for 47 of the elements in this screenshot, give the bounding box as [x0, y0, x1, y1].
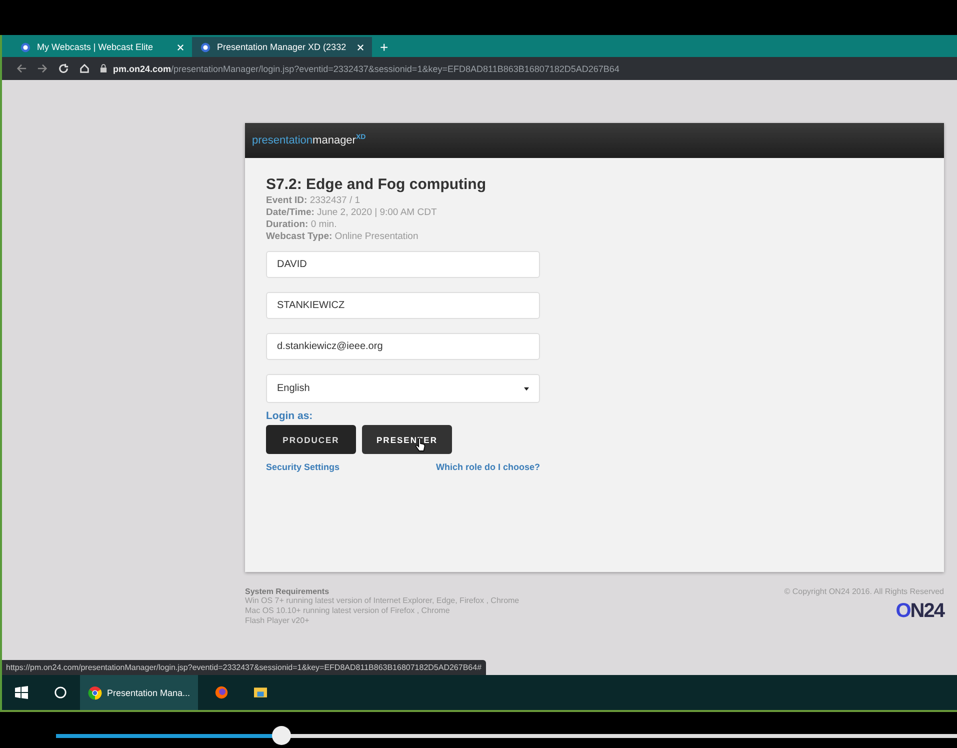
taskbar-app[interactable]: Presentation Mana...: [80, 675, 198, 710]
event-title: S7.2: Edge and Fog computing: [266, 176, 488, 193]
role-help-link[interactable]: Which role do I choose?: [436, 462, 540, 472]
back-icon[interactable]: [16, 63, 27, 74]
security-settings-link[interactable]: Security Settings: [266, 462, 340, 472]
language-select[interactable]: English: [266, 374, 540, 403]
windows-start-icon[interactable]: [15, 686, 28, 699]
status-url: https://pm.on24.com/presentationManager/login.jsp?eventid=2332437&sessionid=1&key=EFD8AD811B863B16807182D5AD267B64#: [2, 660, 486, 675]
home-icon[interactable]: [79, 63, 90, 74]
forward-icon[interactable]: [37, 63, 48, 74]
tab-title: My Webcasts | Webcast Elite: [37, 42, 154, 52]
close-icon[interactable]: [177, 44, 184, 50]
brand-logo: presentationmanager$^{XD}$: [252, 134, 366, 147]
event-detail: Date/Time: June 2, 2020 | 9:00 AM CDT: [266, 207, 438, 219]
caret-icon: [524, 386, 529, 390]
input-field[interactable]: d.stankiewicz@ieee.org: [266, 333, 540, 360]
requirement-line: Flash Player v20+: [245, 616, 310, 626]
requirements-heading: System Requirements: [245, 587, 330, 596]
browser-tab[interactable]: My Webcasts | Webcast Elite: [12, 37, 192, 57]
search-circle-icon[interactable]: [54, 686, 67, 699]
input-field[interactable]: STANKIEWICZ: [266, 292, 540, 319]
event-detail: Duration: 0 min.: [266, 219, 338, 231]
browser-tab[interactable]: Presentation Manager XD (2332: [192, 37, 372, 57]
taskbar-app-title: Presentation Mana...: [107, 688, 190, 698]
close-icon[interactable]: [357, 44, 364, 50]
requirement-line: Mac OS 10.10+ running latest version of Firefox , Chrome: [245, 606, 451, 616]
lock-icon: [100, 64, 107, 73]
tab-title: Presentation Manager XD (2332: [217, 42, 348, 52]
login-label: Login as:: [266, 410, 314, 422]
fox-browser-icon[interactable]: [215, 686, 228, 699]
role-button[interactable]: PRODUCER: [266, 425, 356, 454]
copyright-text: © Copyright ON24 2016. All Rights Reserved: [784, 587, 944, 596]
globe-icon: [20, 42, 31, 52]
role-button[interactable]: PRESENTER: [362, 425, 452, 454]
requirement-line: Win OS 7+ running latest version of Internet Explorer, Edge, Firefox , Chrome: [245, 596, 520, 606]
reload-icon[interactable]: [58, 63, 69, 74]
input-field[interactable]: DAVID: [266, 251, 540, 278]
globe-icon: [200, 42, 211, 52]
url-path: /presentationManager/login.jsp?eventid=2332437&sessionid=1&key=EFD8AD811B863B16807182D5AD267B64: [171, 64, 620, 74]
new-tab-button[interactable]: +: [372, 37, 396, 57]
folder-icon[interactable]: [254, 686, 268, 699]
seek-handle[interactable]: [272, 726, 292, 745]
event-detail: Webcast Type: Online Presentation: [266, 231, 420, 243]
browser-icon: [88, 686, 102, 700]
event-detail: Event ID: 2332437 / 1: [266, 195, 362, 207]
url-host: pm.on24.com: [113, 64, 172, 74]
on24-logo: ON24: [896, 600, 944, 623]
